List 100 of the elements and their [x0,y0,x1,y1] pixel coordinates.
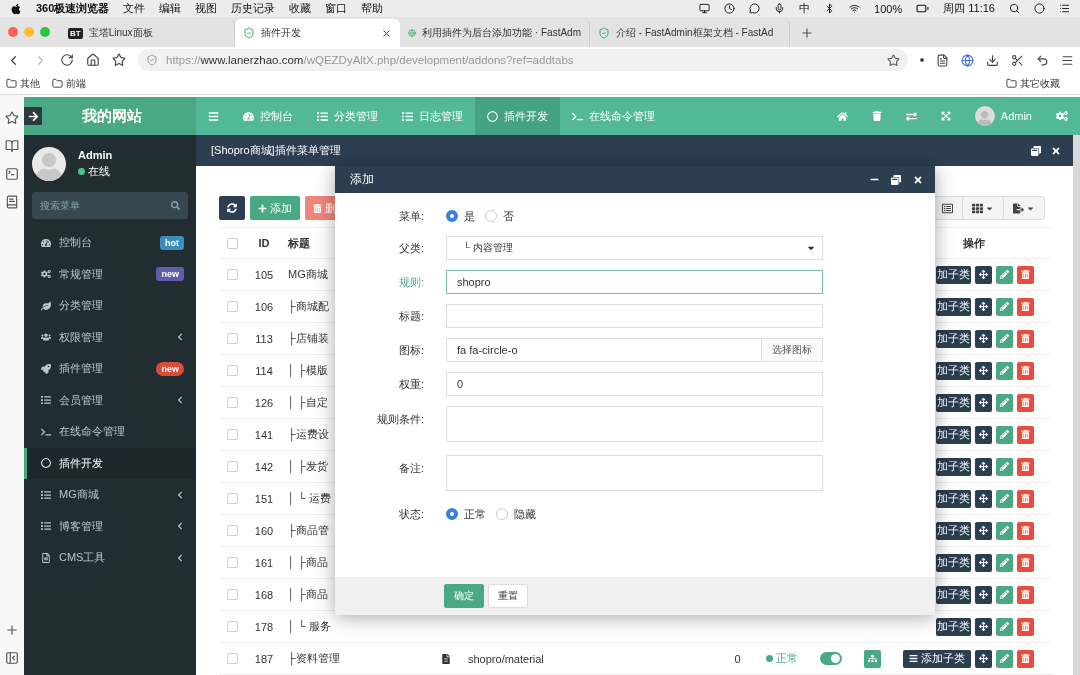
move-button[interactable] [975,553,992,572]
sidebar-item[interactable]: 插件管理 new [24,353,196,385]
row-checkbox[interactable] [227,333,238,344]
delete-button[interactable] [1017,393,1034,412]
dot-icon[interactable] [920,58,924,62]
refresh-button[interactable] [219,196,245,220]
fullscreen-icon[interactable] [940,111,951,121]
row-checkbox[interactable] [227,429,238,440]
book-icon[interactable] [5,139,19,153]
add-child-button[interactable]: 加子类 [936,521,971,540]
row-checkbox[interactable] [227,461,238,472]
move-button[interactable] [975,329,992,348]
row-checkbox[interactable] [227,557,238,568]
move-button[interactable] [975,265,992,284]
star-icon[interactable] [5,111,19,125]
menu-item[interactable]: 编辑 [159,1,182,16]
move-button[interactable] [975,361,992,380]
add-child-button[interactable]: 加子类 [936,265,971,284]
apple-icon[interactable] [10,2,22,15]
radio-option[interactable]: 隐藏 [496,506,536,522]
monitor-icon[interactable] [699,3,711,14]
download-icon[interactable] [986,53,999,67]
close-icon[interactable] [381,27,392,39]
radio-button[interactable] [496,508,508,520]
delete-button[interactable] [1017,553,1034,572]
gears-icon[interactable] [1056,110,1068,122]
row-checkbox[interactable] [227,365,238,376]
new-tab-icon[interactable] [800,26,814,40]
radio-button[interactable] [446,508,458,520]
move-button[interactable] [975,521,992,540]
terminal-icon[interactable] [5,167,19,181]
close-icon[interactable] [1051,145,1061,156]
sidebar-item[interactable]: 常规管理 new [24,258,196,290]
add-child-button[interactable]: 加子类 [936,361,971,380]
header-checkbox[interactable] [227,237,238,249]
row-checkbox[interactable] [227,269,238,280]
battery-icon[interactable] [916,2,930,15]
add-child-button[interactable]: 加子类 [936,297,971,316]
search-field[interactable]: 搜索菜单 [32,192,188,219]
sidebar-item[interactable]: 在线命令管理 [24,416,196,448]
delete-button[interactable] [1017,297,1034,316]
delete-button[interactable] [1017,425,1034,444]
scrollbar[interactable] [1073,135,1080,675]
move-button[interactable] [975,457,992,476]
move-button[interactable] [975,297,992,316]
add-child-button[interactable]: 加子类 [936,329,971,348]
reload-icon[interactable] [60,53,74,67]
move-button[interactable] [975,393,992,412]
sidebar-item[interactable]: 会员管理 [24,384,196,416]
browser-tab[interactable]: 插件开发 [235,19,400,47]
delete-button[interactable] [1017,521,1034,540]
close-light-icon[interactable] [8,27,18,37]
radio-option[interactable]: 是 [446,208,475,224]
row-checkbox[interactable] [227,493,238,504]
radio-button[interactable] [485,210,497,222]
delete-button[interactable] [1017,585,1034,604]
text-input[interactable] [446,304,823,328]
row-checkbox[interactable] [227,525,238,536]
move-button[interactable] [975,649,992,668]
sitemap-button[interactable] [864,649,881,668]
sidebar-item[interactable]: 控制台 hot [24,227,196,259]
add-child-button[interactable]: 加子类 [936,425,971,444]
radio-option[interactable]: 否 [485,208,514,224]
menu-item[interactable]: 历史记录 [231,1,276,16]
menu-item[interactable]: 视图 [195,1,218,16]
star-icon[interactable] [887,53,900,67]
delete-button[interactable] [1017,457,1034,476]
undo-icon[interactable] [1036,53,1049,67]
move-button[interactable] [975,489,992,508]
radio-button[interactable] [446,210,458,222]
menu-item[interactable]: 360极速浏览器 [36,1,110,16]
reader-icon[interactable] [936,53,949,67]
sidebar-item[interactable]: 博客管理 [24,510,196,542]
wifi-icon[interactable] [849,3,861,14]
bookmark-folder[interactable]: 前端 [52,76,86,91]
add-child-button[interactable]: 加子类 [936,457,971,476]
delete-button[interactable] [1017,649,1034,668]
add-child-button[interactable]: 加子类 [936,553,971,572]
restore-icon[interactable] [1031,145,1041,156]
menu-item[interactable]: 帮助 [361,1,384,16]
menu-item[interactable]: 窗口 [325,1,348,16]
document-icon[interactable] [5,195,19,209]
add-child-button[interactable]: 加子类 [936,489,971,508]
input-method[interactable]: 中 [799,1,811,16]
row-checkbox[interactable] [227,397,238,408]
menu-icon[interactable] [1061,53,1074,67]
move-button[interactable] [975,425,992,444]
globe-icon[interactable] [961,53,974,67]
microphone-icon[interactable] [774,3,786,14]
add-child-button[interactable]: 加子类 [936,585,971,604]
restore-icon[interactable] [891,174,901,185]
add-child-button[interactable]: 加子类 [936,617,971,636]
row-checkbox[interactable] [227,621,238,632]
swap-icon[interactable] [905,110,917,122]
trash-icon[interactable] [871,111,882,121]
text-input[interactable]: shopro [446,270,823,294]
choose-icon-button[interactable]: 选择图标 [761,339,822,361]
collapse-icon[interactable] [5,651,19,665]
row-checkbox[interactable] [227,301,238,312]
home-icon[interactable] [86,53,100,67]
